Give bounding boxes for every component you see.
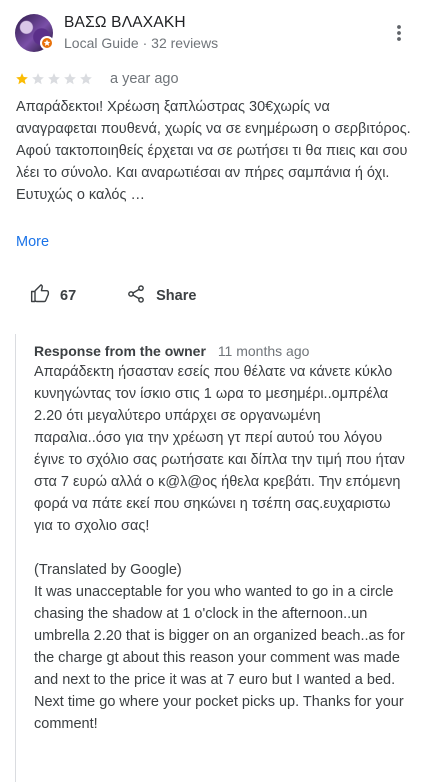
- star-filled-icon: [15, 72, 29, 91]
- review-text: Απαράδεκτοι! Χρέωση ξαπλώστρας 30€χωρίς …: [16, 99, 411, 203]
- share-label: Share: [156, 288, 197, 304]
- star-empty-icon: [79, 72, 93, 91]
- star-empty-icon: [31, 72, 45, 91]
- thumb-up-icon: [30, 284, 50, 308]
- owner-response: Response from the owner 11 months ago Απ…: [15, 334, 411, 782]
- share-icon: [126, 284, 146, 308]
- response-text: Απαράδεκτη ήσασταν εσείς που θέλατε να κ…: [34, 364, 405, 732]
- review-date: a year ago: [110, 71, 179, 87]
- reviewer-meta: Local Guide · 32 reviews: [64, 35, 219, 51]
- reviewer-name[interactable]: ΒΑΣΩ ΒΛΑΧΑΚΗ: [64, 14, 186, 32]
- like-button[interactable]: 67: [30, 284, 76, 308]
- response-header: Response from the owner 11 months ago: [34, 343, 411, 359]
- response-date: 11 months ago: [217, 343, 310, 359]
- star-rating: [15, 72, 93, 91]
- star-empty-icon: [47, 72, 61, 91]
- star-empty-icon: [63, 72, 77, 91]
- response-title: Response from the owner: [34, 343, 206, 359]
- more-link[interactable]: More: [16, 234, 49, 250]
- more-vert-icon[interactable]: [395, 24, 403, 42]
- share-button[interactable]: Share: [126, 284, 196, 308]
- like-count: 67: [60, 288, 77, 304]
- local-guide-star-icon: [40, 36, 54, 50]
- review-actions: 67 Share: [30, 284, 196, 308]
